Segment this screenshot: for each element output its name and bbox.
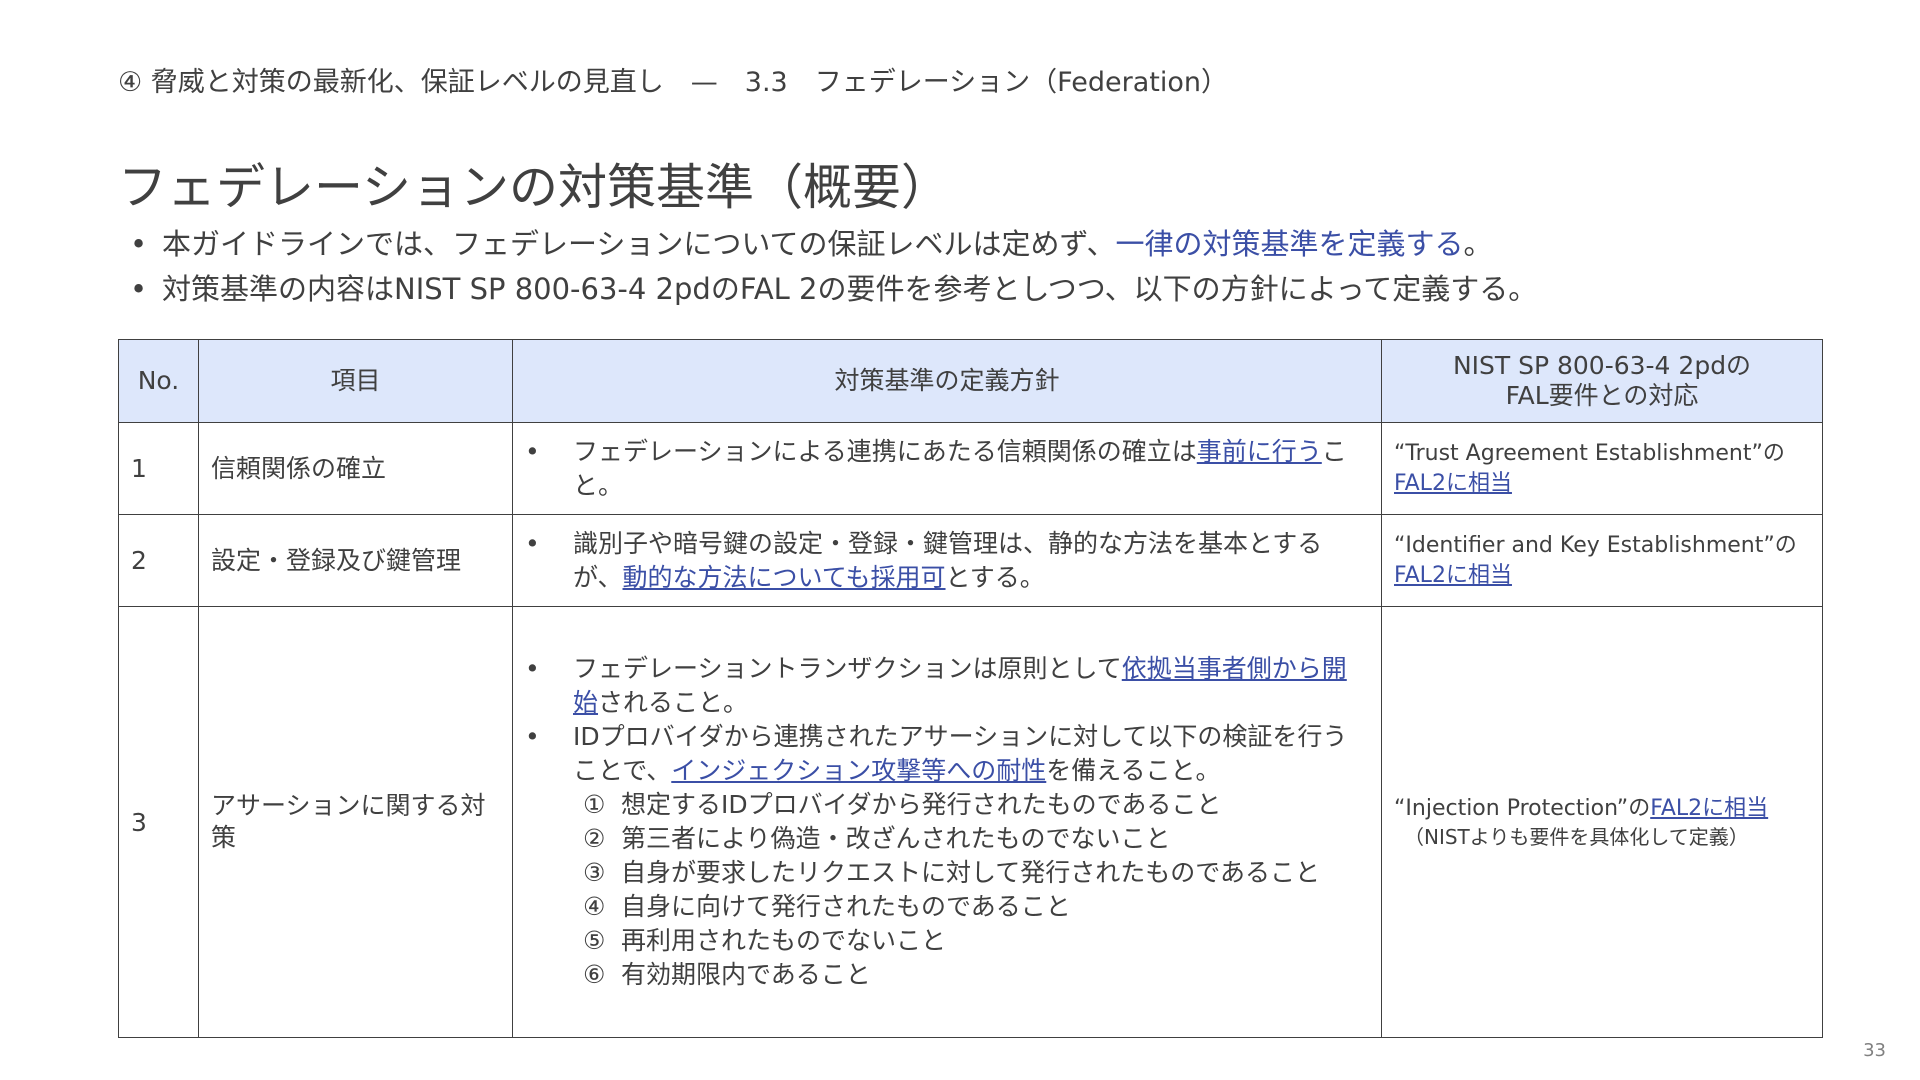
verification-item: ④ 自身に向けて発行されたものであること — [583, 892, 1071, 921]
row-nist: “Identifier and Key Establishment”のFAL2に… — [1381, 514, 1823, 607]
row-nist: “Trust Agreement Establishment”のFAL2に相当 — [1381, 422, 1823, 515]
policy-link[interactable]: 動的な方法についても採用可 — [623, 563, 946, 592]
row-number: 2 — [118, 514, 199, 607]
row-number: 1 — [118, 422, 199, 515]
row-policy: フェデレーションによる連携にあたる信頼関係の確立は事前に行うこと。 — [512, 422, 1382, 515]
verification-item: ② 第三者により偽造・改ざんされたものでないこと — [583, 824, 1171, 853]
verification-item: ⑤ 再利用されたものでないこと — [583, 926, 947, 955]
intro-bullet: 本ガイドラインでは、フェデレーションについての保証レベルは定めず、一律の対策基準… — [130, 222, 1537, 267]
row-item: 設定・登録及び鍵管理 — [198, 514, 513, 607]
table-row: 2 設定・登録及び鍵管理 識別子や暗号鍵の設定・登録・鍵管理は、静的な方法を基本… — [118, 514, 1823, 607]
nist-link[interactable]: FAL2に相当 — [1394, 471, 1512, 496]
policy-link[interactable]: インジェクション攻撃等への耐性 — [671, 756, 1046, 785]
header-item: 項目 — [198, 339, 513, 423]
verification-item: ① 想定するIDプロバイダから発行されたものであること — [583, 790, 1222, 819]
nist-link[interactable]: FAL2に相当 — [1650, 796, 1768, 821]
verification-item: ③ 自身が要求したリクエストに対して発行されたものであること — [583, 858, 1321, 887]
table-row: 1 信頼関係の確立 フェデレーションによる連携にあたる信頼関係の確立は事前に行う… — [118, 422, 1823, 515]
header-nist: NIST SP 800-63-4 2pdの FAL要件との対応 — [1381, 339, 1823, 423]
policy-bullet: フェデレーションによる連携にあたる信頼関係の確立は事前に行うこと。 — [525, 435, 1369, 503]
policy-bullet: IDプロバイダから連携されたアサーションに対して以下の検証を行うことで、インジェ… — [525, 720, 1369, 788]
policy-table: No. 項目 対策基準の定義方針 NIST SP 800-63-4 2pdの FA… — [118, 339, 1823, 1038]
row-policy: フェデレーショントランザクションは原則として依拠当事者側から開始されること。 I… — [512, 606, 1382, 1038]
header-policy: 対策基準の定義方針 — [512, 339, 1382, 423]
header-no: No. — [118, 339, 199, 423]
nist-link[interactable]: FAL2に相当 — [1394, 563, 1512, 588]
intro-bullet-list: 本ガイドラインでは、フェデレーションについての保証レベルは定めず、一律の対策基準… — [130, 222, 1537, 312]
page-title: フェデレーションの対策基準（概要） — [118, 159, 951, 216]
nist-note: （NISTよりも要件を具体化して定義） — [1404, 825, 1749, 849]
table-row: 3 アサーションに関する対策 フェデレーショントランザクションは原則として依拠当… — [118, 606, 1823, 1038]
policy-bullet: 識別子や暗号鍵の設定・登録・鍵管理は、静的な方法を基本とするが、動的な方法につい… — [525, 527, 1369, 595]
policy-bullet: フェデレーショントランザクションは原則として依拠当事者側から開始されること。 — [525, 652, 1369, 720]
verification-list: ① 想定するIDプロバイダから発行されたものであること ② 第三者により偽造・改ざん… — [525, 788, 1369, 992]
intro-bullet: 対策基準の内容はNIST SP 800-63-4 2pdのFAL 2の要件を参考… — [130, 267, 1537, 312]
verification-item: ⑥ 有効期限内であること — [583, 960, 871, 989]
row-number: 3 — [118, 606, 199, 1038]
row-policy: 識別子や暗号鍵の設定・登録・鍵管理は、静的な方法を基本とするが、動的な方法につい… — [512, 514, 1382, 607]
breadcrumb: ④ 脅威と対策の最新化、保証レベルの見直し — 3.3 フェデレーション（Fed… — [118, 67, 1228, 98]
highlight-text: 一律の対策基準を定義する — [1115, 227, 1464, 261]
page-number: 33 — [1863, 1040, 1886, 1061]
row-item: アサーションに関する対策 — [198, 606, 513, 1038]
row-item: 信頼関係の確立 — [198, 422, 513, 515]
row-nist: “Injection Protection”のFAL2に相当 （NISTよりも要件… — [1381, 606, 1823, 1038]
policy-link[interactable]: 事前に行う — [1197, 437, 1322, 466]
table-header-row: No. 項目 対策基準の定義方針 NIST SP 800-63-4 2pdの FA… — [118, 339, 1823, 423]
